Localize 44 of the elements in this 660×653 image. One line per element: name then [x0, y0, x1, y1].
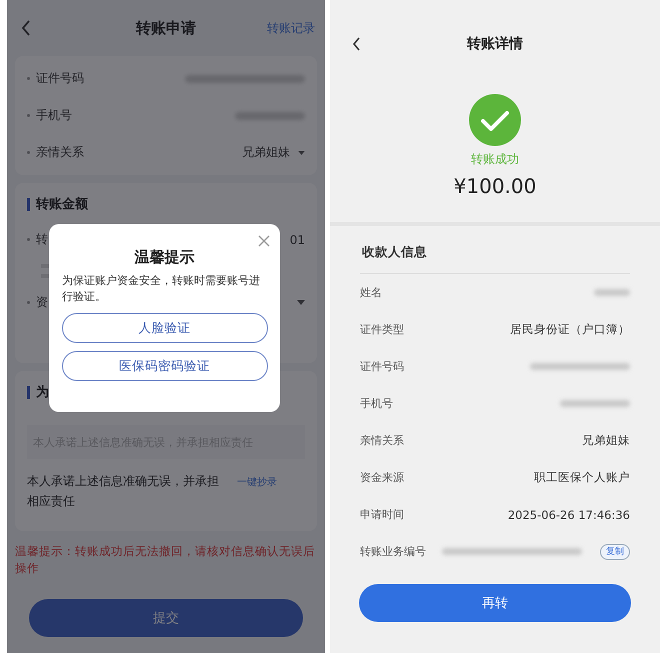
- copy-button[interactable]: 复制: [600, 544, 630, 560]
- status-text: 转账成功: [471, 151, 519, 168]
- detail-value: 兄弟姐妹: [582, 433, 630, 448]
- field-label: 证件号码: [36, 70, 84, 87]
- close-icon[interactable]: [258, 235, 270, 247]
- detail-label: 亲情关系: [360, 433, 404, 448]
- verify-option-button[interactable]: 医保码密码验证: [62, 351, 268, 381]
- caret-icon: [298, 150, 305, 154]
- blurred-value: [560, 400, 630, 407]
- section-title: 转账金额: [36, 196, 88, 213]
- detail-label: 手机号: [360, 396, 393, 411]
- detail-value: 职工医保个人账户: [534, 470, 630, 485]
- blurred-value: [594, 289, 630, 296]
- field-label: 亲情关系: [36, 144, 84, 161]
- verify-option-button[interactable]: 人脸验证: [62, 313, 268, 343]
- field-label: 转: [36, 231, 48, 248]
- dialog-title: 温馨提示: [134, 248, 194, 267]
- copy-text-link[interactable]: 一键抄录: [237, 475, 277, 489]
- amount-text: ¥100.00: [454, 174, 536, 198]
- warning-text: 温馨提示：转账成功后无法撤回，请核对信息确认无误后操作: [14, 543, 316, 577]
- screen-title: 转账申请: [134, 18, 197, 38]
- success-check-icon: [469, 94, 521, 146]
- detail-label: 资金来源: [360, 470, 404, 485]
- detail-label: 证件号码: [360, 359, 404, 374]
- detail-label: 申请时间: [360, 507, 404, 522]
- pledge-text: 本人承诺上述信息准确无误，并承担相应责任: [27, 473, 220, 510]
- screen-title: 转账详情: [467, 35, 523, 53]
- back-icon[interactable]: [352, 37, 361, 51]
- relation-select[interactable]: 兄弟姐妹: [242, 144, 290, 161]
- caret-icon: [297, 300, 305, 305]
- transfer-again-button[interactable]: 再转: [359, 584, 631, 622]
- transfer-records-link[interactable]: 转账记录: [267, 20, 315, 36]
- detail-value: 居民身份证（户口簿）: [510, 322, 630, 337]
- field-label: 手机号: [36, 107, 72, 124]
- submit-button[interactable]: 提交: [29, 599, 303, 637]
- section-title: 为: [36, 384, 49, 401]
- amount-value: 01: [290, 232, 305, 246]
- detail-label: 证件类型: [360, 322, 404, 337]
- detail-label: 转账业务编号: [360, 544, 426, 559]
- section-title: 收款人信息: [362, 244, 427, 261]
- detail-label: 姓名: [360, 285, 382, 300]
- field-label: 资: [36, 294, 48, 311]
- dialog-message: 为保证账户资金安全，转账时需要账号进行验证。: [62, 273, 261, 305]
- detail-value: 2025-06-26 17:46:36: [508, 508, 630, 522]
